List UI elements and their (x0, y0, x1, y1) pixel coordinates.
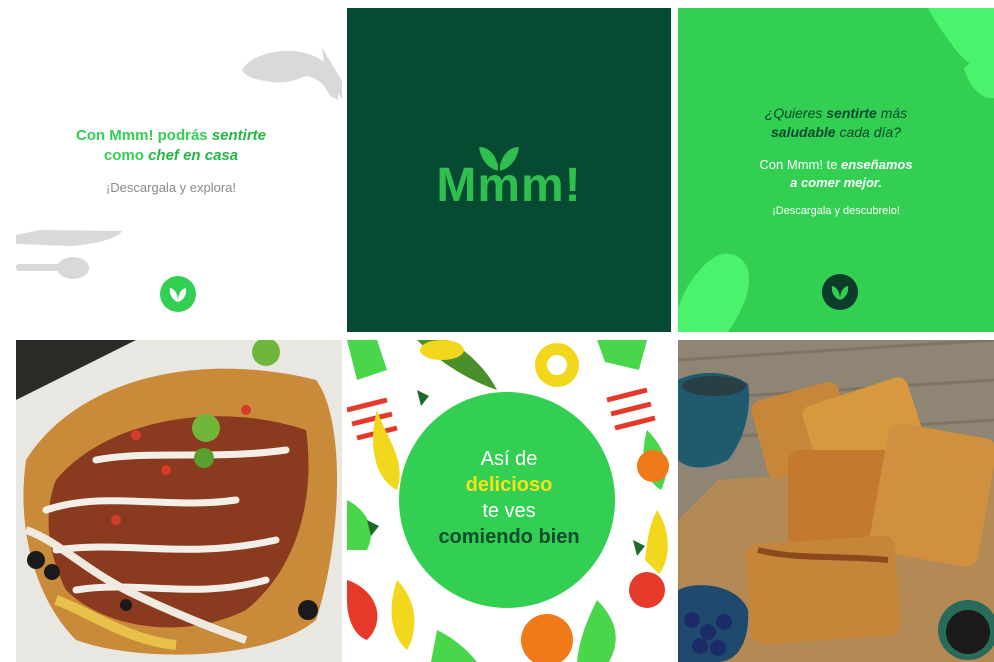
promo-tile-healthy: ¿Quieres sentirte más saludable cada día… (678, 8, 994, 332)
headline-line2-emph: chef en casa (148, 147, 239, 164)
leaf-badge-icon (160, 276, 196, 312)
headline-line1-emph: sentirte (211, 127, 267, 144)
nachos-photo (16, 340, 342, 662)
body-line1-a: Con Mmm! te (759, 157, 842, 172)
slogan-line1: Así de (480, 448, 538, 470)
logo-text: Mmm! (436, 159, 582, 212)
slogan-line2: delicioso (465, 474, 553, 496)
question: ¿Quieres sentirte más saludable cada día… (678, 104, 994, 142)
question-line1-a: ¿Quieres (764, 105, 827, 121)
cta-text: ¡Descargala y descubrelo! (772, 205, 900, 217)
question-line1-b: más (876, 105, 908, 121)
promo-tile-chef: Con Mmm! podrás sentirte como chef en ca… (0, 0, 342, 332)
slogan-tile: Así de delicioso te ves comiendo bien (347, 340, 671, 662)
logo-tile: Mmm! (347, 8, 671, 332)
headline-line1-start: Con Mmm! podrás (75, 127, 212, 144)
question-line1-emph: sentirte (826, 105, 877, 121)
french-toast-photo (678, 340, 994, 662)
cta-text: ¡Descargala y explora! (105, 180, 237, 195)
question-line2-b: cada día? (835, 124, 901, 140)
question-line2-emph: saludable (771, 124, 836, 140)
body-text: Con Mmm! te enseñamos a comer mejor. (678, 156, 994, 192)
slogan-line3: te ves (482, 500, 536, 522)
slogan-line4: comiendo bien (438, 526, 580, 548)
body-line1-emph: enseñamos (841, 157, 913, 172)
headline: Con Mmm! podrás sentirte como chef en ca… (0, 126, 342, 166)
body-line2-emph: a comer mejor. (790, 175, 882, 190)
slogan: Así de delicioso te ves comiendo bien (347, 446, 671, 550)
leaf-badge-icon (822, 274, 858, 310)
headline-line2-start: como (103, 147, 149, 164)
